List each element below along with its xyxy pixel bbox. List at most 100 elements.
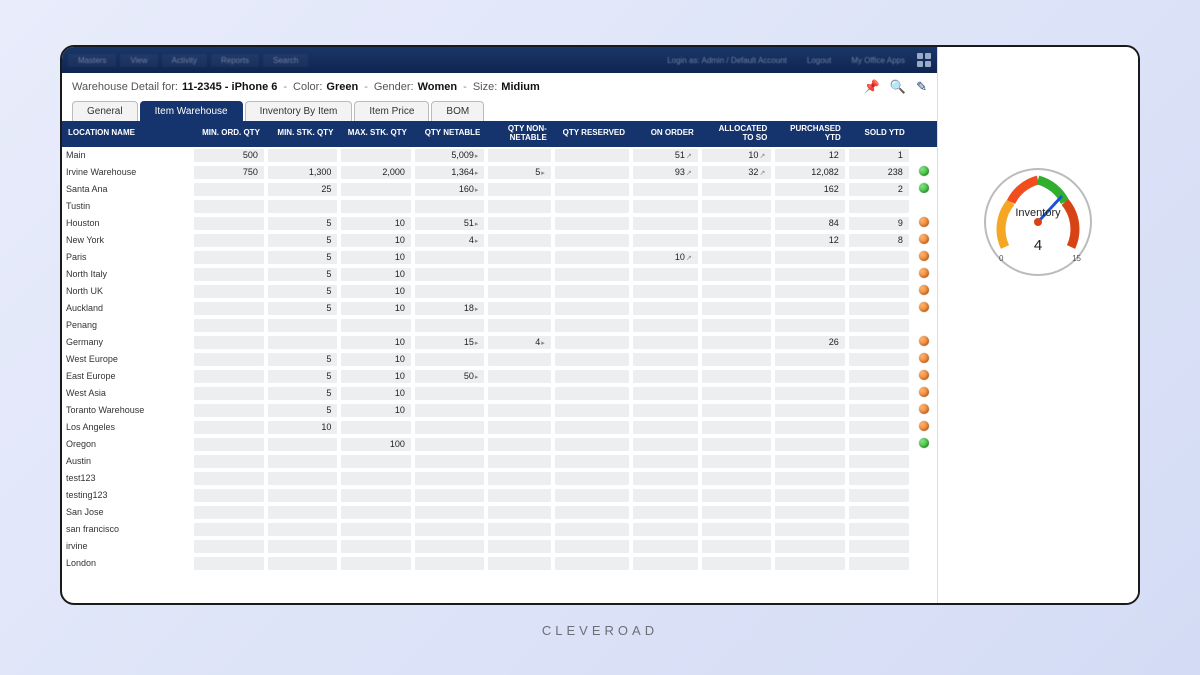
cell-net[interactable]: [413, 453, 487, 470]
cell-net[interactable]: [413, 521, 487, 538]
cell-nnet[interactable]: [486, 300, 552, 317]
cell-alloc[interactable]: [700, 300, 774, 317]
cell-min_stk[interactable]: 5: [266, 283, 340, 300]
cell-sytd[interactable]: [847, 419, 911, 436]
menu-search[interactable]: Search: [263, 54, 308, 67]
table-row[interactable]: West Europe510: [62, 351, 937, 368]
cell-pytd[interactable]: [773, 555, 847, 572]
cell-pytd[interactable]: [773, 249, 847, 266]
cell-ord[interactable]: [631, 453, 700, 470]
cell-max_stk[interactable]: 10: [339, 266, 413, 283]
cell-min_stk[interactable]: [266, 504, 340, 521]
tab-general[interactable]: General: [72, 101, 138, 121]
cell-min_stk[interactable]: 5: [266, 266, 340, 283]
cell-alloc[interactable]: [700, 453, 774, 470]
cell-pytd[interactable]: [773, 198, 847, 215]
cell-min_ord[interactable]: [192, 300, 266, 317]
table-row[interactable]: West Asia510: [62, 385, 937, 402]
cell-min_ord[interactable]: [192, 555, 266, 572]
cell-min_stk[interactable]: 10: [266, 419, 340, 436]
cell-res[interactable]: [553, 368, 631, 385]
cell-ord[interactable]: [631, 300, 700, 317]
cell-res[interactable]: [553, 470, 631, 487]
cell-net[interactable]: 4▸: [413, 232, 487, 249]
cell-sytd[interactable]: 9: [847, 215, 911, 232]
cell-ord[interactable]: [631, 385, 700, 402]
cell-pytd[interactable]: [773, 538, 847, 555]
cell-res[interactable]: [553, 283, 631, 300]
cell-net[interactable]: 18▸: [413, 300, 487, 317]
cell-alloc[interactable]: [700, 283, 774, 300]
cell-nnet[interactable]: [486, 351, 552, 368]
menu-activity[interactable]: Activity: [162, 54, 207, 67]
col-11[interactable]: [911, 121, 937, 147]
cell-max_stk[interactable]: [339, 538, 413, 555]
cell-net[interactable]: [413, 555, 487, 572]
cell-alloc[interactable]: [700, 232, 774, 249]
cell-ord[interactable]: [631, 368, 700, 385]
cell-alloc[interactable]: [700, 402, 774, 419]
menu-reports[interactable]: Reports: [211, 54, 259, 67]
table-row[interactable]: Santa Ana25160▸1622: [62, 181, 937, 198]
cell-min_ord[interactable]: [192, 181, 266, 198]
cell-max_stk[interactable]: [339, 470, 413, 487]
cell-res[interactable]: [553, 419, 631, 436]
cell-max_stk[interactable]: 10: [339, 249, 413, 266]
cell-pytd[interactable]: [773, 402, 847, 419]
cell-pytd[interactable]: [773, 283, 847, 300]
cell-min_ord[interactable]: [192, 232, 266, 249]
cell-ord[interactable]: [631, 232, 700, 249]
cell-sytd[interactable]: [847, 283, 911, 300]
cell-alloc[interactable]: [700, 487, 774, 504]
cell-min_stk[interactable]: 5: [266, 402, 340, 419]
cell-net[interactable]: 5,009▸: [413, 147, 487, 164]
tab-bom[interactable]: BOM: [431, 101, 484, 121]
cell-pytd[interactable]: [773, 521, 847, 538]
cell-nnet[interactable]: [486, 266, 552, 283]
table-row[interactable]: North UK510: [62, 283, 937, 300]
cell-min_ord[interactable]: [192, 402, 266, 419]
cell-min_ord[interactable]: [192, 470, 266, 487]
table-row[interactable]: New York5104▸128: [62, 232, 937, 249]
logout-button[interactable]: Logout: [799, 54, 839, 67]
cell-net[interactable]: [413, 249, 487, 266]
col-7[interactable]: ON ORDER: [631, 121, 700, 147]
cell-sytd[interactable]: [847, 402, 911, 419]
cell-alloc[interactable]: [700, 317, 774, 334]
cell-min_ord[interactable]: [192, 521, 266, 538]
cell-nnet[interactable]: [486, 215, 552, 232]
cell-alloc[interactable]: [700, 385, 774, 402]
cell-ord[interactable]: [631, 436, 700, 453]
cell-pytd[interactable]: 26: [773, 334, 847, 351]
cell-net[interactable]: [413, 351, 487, 368]
cell-min_stk[interactable]: 5: [266, 385, 340, 402]
cell-res[interactable]: [553, 402, 631, 419]
cell-alloc[interactable]: [700, 419, 774, 436]
cell-max_stk[interactable]: [339, 487, 413, 504]
cell-alloc[interactable]: [700, 198, 774, 215]
cell-ord[interactable]: 93↗: [631, 164, 700, 181]
cell-sytd[interactable]: [847, 436, 911, 453]
cell-net[interactable]: [413, 385, 487, 402]
cell-sytd[interactable]: [847, 487, 911, 504]
cell-max_stk[interactable]: [339, 555, 413, 572]
cell-max_stk[interactable]: [339, 504, 413, 521]
cell-nnet[interactable]: [486, 283, 552, 300]
cell-min_ord[interactable]: [192, 351, 266, 368]
col-6[interactable]: QTY RESERVED: [553, 121, 631, 147]
cell-alloc[interactable]: 32↗: [700, 164, 774, 181]
cell-sytd[interactable]: 1: [847, 147, 911, 164]
tab-item-warehouse[interactable]: Item Warehouse: [140, 101, 243, 121]
cell-min_stk[interactable]: [266, 453, 340, 470]
table-row[interactable]: London: [62, 555, 937, 572]
cell-pytd[interactable]: 12: [773, 232, 847, 249]
cell-min_ord[interactable]: [192, 504, 266, 521]
cell-alloc[interactable]: 10↗: [700, 147, 774, 164]
cell-sytd[interactable]: [847, 249, 911, 266]
cell-res[interactable]: [553, 521, 631, 538]
cell-min_stk[interactable]: [266, 521, 340, 538]
app-grid-icon[interactable]: [917, 53, 931, 67]
cell-ord[interactable]: [631, 215, 700, 232]
cell-min_stk[interactable]: [266, 436, 340, 453]
cell-max_stk[interactable]: [339, 317, 413, 334]
